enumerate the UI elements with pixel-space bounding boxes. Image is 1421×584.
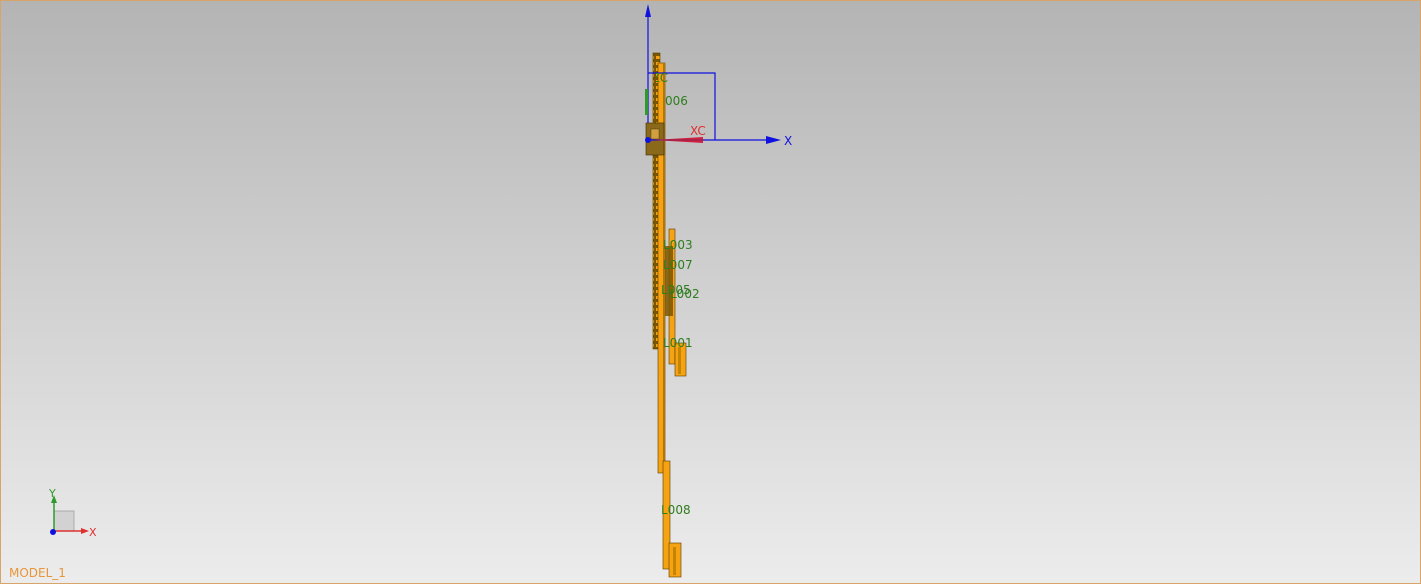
part-label-l008[interactable]: L008 <box>661 503 691 517</box>
part-label-l003[interactable]: L003 <box>663 238 693 252</box>
part-label-l002[interactable]: L002 <box>670 287 700 301</box>
bracket-shadow <box>665 246 673 316</box>
part-label-l007[interactable]: L007 <box>663 258 693 272</box>
view-triad[interactable]: Y X <box>48 487 97 539</box>
wcs-x-label: X <box>784 134 792 148</box>
lower-foot-inner <box>673 547 676 575</box>
part-label-006[interactable]: 006 <box>665 94 688 108</box>
triad-x-arrowhead <box>81 528 89 534</box>
triad-cube <box>53 510 75 532</box>
zc-marker <box>645 89 648 115</box>
origin-marker[interactable] <box>645 137 651 143</box>
hub-insert <box>650 128 660 140</box>
wcs-vertical-arrowhead <box>645 4 651 17</box>
part-label-l001[interactable]: L001 <box>663 336 693 350</box>
model-name-label: MODEL_1 <box>9 566 66 580</box>
triad-x-label: X <box>89 526 97 539</box>
graphics-viewport[interactable]: X XC ZC 006 L003 L007 L005 L002 L001 L00… <box>0 0 1421 584</box>
triad-y-label: Y <box>48 487 56 500</box>
model-view[interactable]: X XC ZC 006 L003 L007 L005 L002 L001 L00… <box>1 1 1421 584</box>
bracket-lower-inner <box>678 347 681 374</box>
triad-origin-dot <box>50 529 56 535</box>
xc-label: XC <box>690 124 706 138</box>
wcs-x-arrowhead <box>766 136 781 144</box>
